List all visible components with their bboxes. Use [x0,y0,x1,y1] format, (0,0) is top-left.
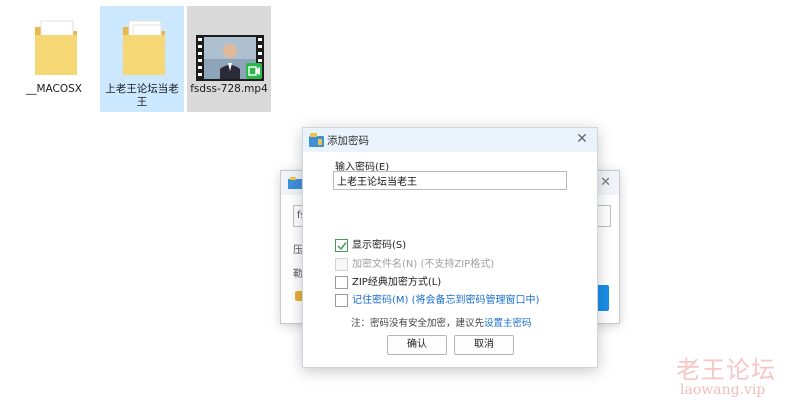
zip-classic-checkbox[interactable] [335,276,348,289]
file-tile-video[interactable]: fsdss-728.mp4 [187,6,271,112]
close-icon[interactable]: ✕ [600,175,611,190]
encrypt-filename-checkbox [335,258,348,271]
password-input[interactable] [333,171,567,190]
show-password-checkbox[interactable] [335,239,348,252]
cancel-button[interactable]: 取消 [454,335,514,355]
background-primary-button[interactable] [597,285,609,311]
remember-password-text: 记住密码(M) [352,295,409,306]
folder-icon [123,20,165,75]
confirm-button[interactable]: 确认 [387,335,447,355]
security-note: 注：密码没有安全加密，建议先设置主密码 [351,315,532,329]
file-label: 上老王论坛当老王 [105,83,179,108]
file-label: fsdss-728.mp4 [190,83,268,95]
dialog-titlebar: 添加密码 ✕ [303,128,597,152]
add-password-dialog: 添加密码 ✕ 输入密码(E) 显示密码(S) 加密文件名(N) (不支持ZIP格… [302,127,598,368]
close-icon[interactable]: ✕ [573,130,591,148]
set-master-password-link[interactable]: 设置主密码 [484,318,532,329]
folder-icon [35,20,77,75]
remember-password-label: 记住密码(M) (将会备忘到密码管理窗口中) [352,294,539,307]
file-tile-macosx[interactable]: __MACOSX [12,6,96,112]
remember-password-checkbox[interactable] [335,294,348,307]
archive-folder-icon [309,133,324,147]
zip-classic-label: ZIP经典加密方式(L) [352,277,442,288]
video-thumbnail-icon [196,35,264,81]
watermark-url: laowang.vip [680,382,766,398]
encrypt-filename-label: 加密文件名(N) (不支持ZIP格式) [352,259,495,270]
remember-password-extra: (将会备忘到密码管理窗口中) [411,295,540,306]
note-text: 注：密码没有安全加密，建议先 [351,318,485,329]
show-password-label: 显示密码(S) [352,240,407,251]
watermark-logo-text: 老王论坛 [676,356,776,384]
file-label: __MACOSX [25,83,82,95]
checkmark-icon [337,242,347,251]
file-tile-folder[interactable]: 上老王论坛当老王 [100,6,184,112]
archive-folder-icon [288,177,302,189]
dialog-title: 添加密码 [327,135,369,147]
